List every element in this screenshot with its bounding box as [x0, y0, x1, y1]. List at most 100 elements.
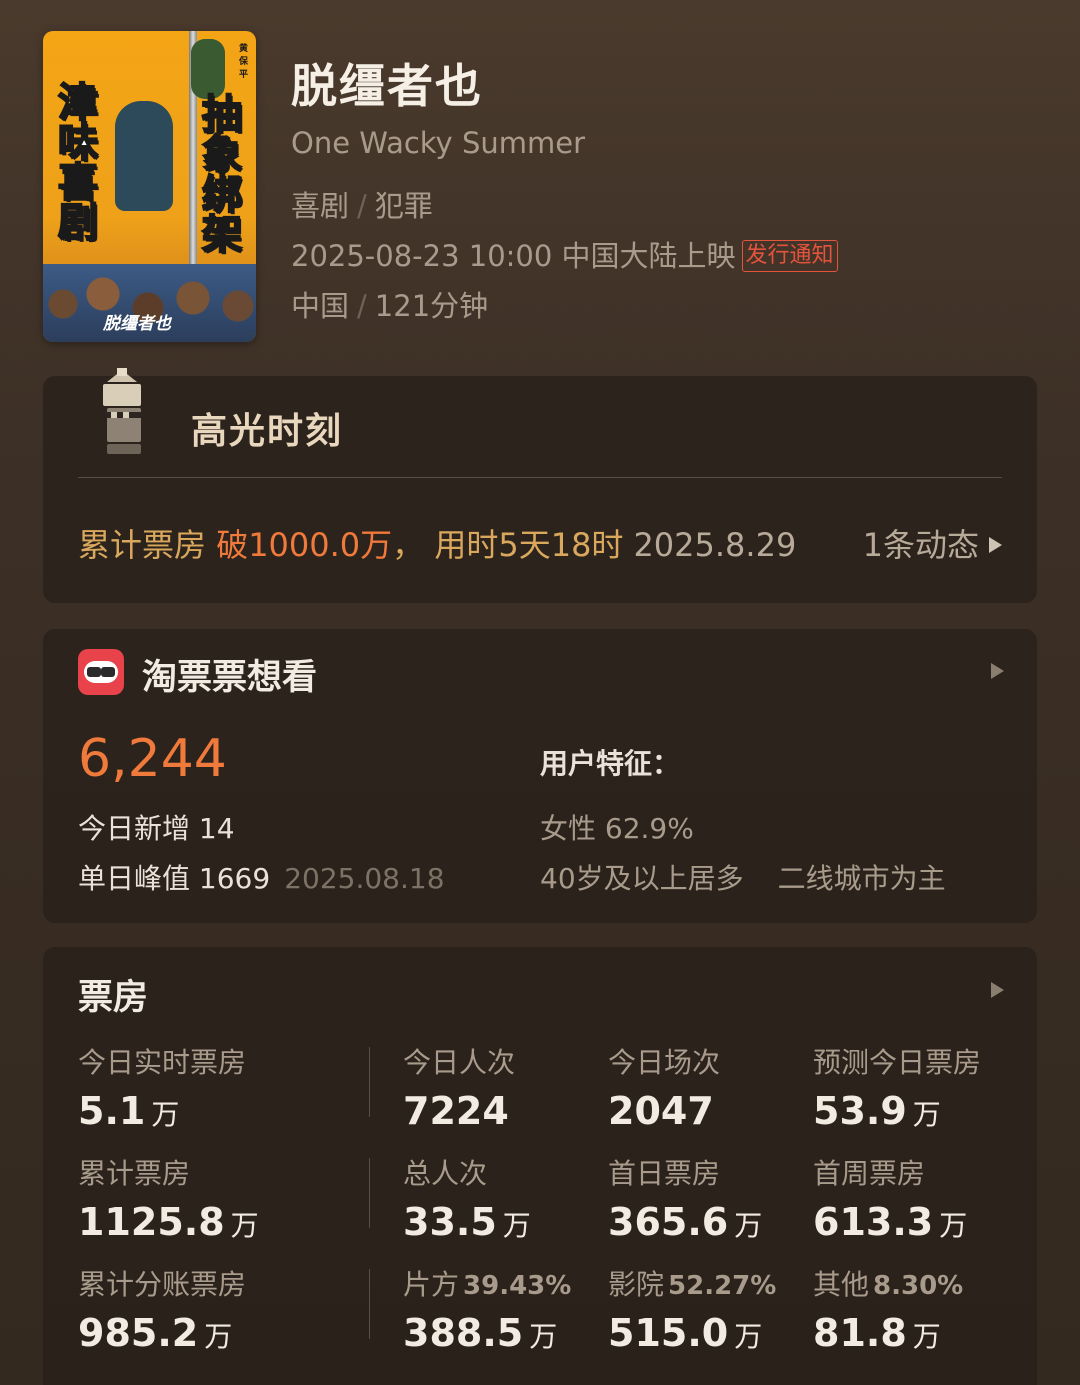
stat-value: 33.5	[403, 1200, 497, 1244]
stat-value: 365.6	[608, 1200, 729, 1244]
stat-unit: 万	[734, 1320, 763, 1353]
stat-label: 预测今日票房	[813, 1046, 982, 1079]
separator: /	[357, 189, 367, 223]
stat-unit: 万	[734, 1209, 763, 1242]
stat-value: 81.8	[813, 1311, 907, 1355]
release-date: 2025-08-23 10:00 中国大陆上映	[291, 239, 736, 273]
genre-line: 喜剧 / 犯罪	[291, 183, 433, 225]
stat-producer-share: 片方 39.43% 388.5 万	[403, 1263, 571, 1355]
clapper-tower-icon	[103, 368, 141, 454]
poster-right-text: 抽象绑架	[194, 92, 242, 254]
feature-age: 40岁及以上居多	[540, 862, 744, 895]
stat-value: 2047	[608, 1089, 714, 1133]
today-new-label: 今日新增	[78, 812, 191, 845]
peak-label: 单日峰值	[78, 862, 191, 895]
highlight-milestone: 累计票房 破1000.0万， 用时5天18时 2025.8.29	[78, 520, 796, 566]
country: 中国	[291, 289, 350, 323]
feature-age-city: 40岁及以上居多 二线城市为主	[540, 857, 946, 897]
movie-title-en: One Wacky Summer	[291, 126, 585, 160]
poster-figure-top	[191, 39, 225, 99]
genre-comedy: 喜剧	[291, 189, 350, 223]
stat-label: 首周票房	[813, 1157, 926, 1190]
stat-label: 片方 39.43%	[403, 1268, 572, 1301]
user-features-title: 用户特征：	[540, 747, 681, 780]
chevron-right-icon	[989, 537, 1002, 553]
stat-unit: 万	[151, 1098, 180, 1131]
stat-first-day: 首日票房 365.6 万	[608, 1152, 762, 1244]
column-divider	[369, 1158, 370, 1228]
stat-percent: 52.27%	[668, 1271, 777, 1301]
movie-title: 脱缰者也	[291, 59, 483, 113]
today-new: 今日新增 14	[78, 807, 235, 847]
want-count: 6,244	[78, 729, 227, 789]
stat-unit: 万	[502, 1209, 531, 1242]
stat-label: 今日人次	[403, 1046, 516, 1079]
stat-label: 总人次	[403, 1157, 488, 1190]
feature-female: 女性 62.9%	[540, 812, 694, 845]
stat-value: 7224	[403, 1089, 509, 1133]
box-office-card[interactable]: 票房 今日实时票房 5.1 万 今日人次 7224 今日场次 2047 预测今日票…	[43, 947, 1037, 1385]
feature-city: 二线城市为主	[777, 862, 946, 895]
stat-other-share: 其他 8.30% 81.8 万	[813, 1263, 963, 1355]
stat-unit: 万	[939, 1209, 968, 1242]
poster-figure	[115, 101, 173, 211]
stat-percent: 8.30%	[873, 1271, 964, 1301]
stat-label: 今日实时票房	[78, 1046, 247, 1079]
stat-split-box-office: 累计分账票房 985.2 万	[78, 1263, 246, 1355]
stat-today-admissions: 今日人次 7224	[403, 1041, 515, 1133]
taopiaopiao-icon	[78, 649, 124, 695]
genre-crime: 犯罪	[374, 189, 433, 223]
runtime: 121分钟	[374, 289, 489, 323]
stat-label: 影院 52.27%	[608, 1268, 777, 1301]
stat-today-realtime: 今日实时票房 5.1 万	[78, 1041, 246, 1133]
stat-value: 985.2	[78, 1311, 199, 1355]
movie-poster[interactable]: 津味喜剧 抽象绑架 脱缰者也 黄保平	[43, 31, 256, 342]
milestone-duration: ， 用时5天18时	[392, 526, 624, 564]
release-line: 2025-08-23 10:00 中国大陆上映 发行通知	[291, 233, 838, 275]
stat-percent: 39.43%	[463, 1271, 572, 1301]
milestone-prefix: 累计票房	[78, 526, 217, 564]
stat-total-box-office: 累计票房 1125.8 万	[78, 1152, 259, 1244]
column-divider	[369, 1269, 370, 1339]
stat-label: 其他 8.30%	[813, 1268, 964, 1301]
country-runtime-line: 中国/121分钟	[291, 283, 488, 325]
stat-unit: 万	[529, 1320, 558, 1353]
stat-value: 5.1	[78, 1089, 146, 1133]
stat-unit: 万	[912, 1320, 941, 1353]
divider	[78, 477, 1002, 478]
release-notice-badge[interactable]: 发行通知	[741, 240, 838, 272]
stat-label: 累计分账票房	[78, 1268, 247, 1301]
milestone-date: 2025.8.29	[633, 526, 797, 564]
want-to-see-card[interactable]: 淘票票想看 6,244 今日新增 14 单日峰值 1669 2025.08.18 …	[43, 629, 1037, 923]
dynamics-link[interactable]: 1条动态	[863, 520, 1002, 566]
stat-cinema-share: 影院 52.27% 515.0 万	[608, 1263, 776, 1355]
stat-value: 1125.8	[78, 1200, 225, 1244]
today-new-value: 14	[198, 812, 235, 845]
stat-label: 累计票房	[78, 1157, 191, 1190]
stat-unit: 万	[204, 1320, 233, 1353]
stat-value: 388.5	[403, 1311, 524, 1355]
milestone-value: 破1000.0万	[216, 526, 393, 564]
stat-value: 53.9	[813, 1089, 907, 1133]
poster-logo: 脱缰者也	[103, 314, 171, 334]
chevron-right-icon[interactable]	[991, 663, 1004, 679]
column-divider	[369, 1047, 370, 1117]
stat-total-admissions: 总人次 33.5 万	[403, 1152, 531, 1244]
stat-value: 515.0	[608, 1311, 729, 1355]
peak-date: 2025.08.18	[284, 862, 445, 895]
highlight-card[interactable]: 高光时刻 累计票房 破1000.0万， 用时5天18时 2025.8.29 1条动…	[43, 368, 1037, 603]
stat-first-week: 首周票房 613.3 万	[813, 1152, 967, 1244]
stat-value: 613.3	[813, 1200, 934, 1244]
stat-predicted-today: 预测今日票房 53.9 万	[813, 1041, 981, 1133]
stat-unit: 万	[912, 1098, 941, 1131]
daily-peak: 单日峰值 1669 2025.08.18	[78, 857, 445, 897]
want-title: 淘票票想看	[142, 658, 318, 698]
stat-unit: 万	[230, 1209, 259, 1242]
peak-value: 1669	[198, 862, 271, 895]
dynamics-label: 1条动态	[862, 526, 979, 564]
stat-label: 今日场次	[608, 1046, 721, 1079]
separator: /	[357, 289, 367, 323]
box-office-title: 票房	[78, 978, 149, 1018]
poster-left-text: 津味喜剧	[50, 80, 98, 242]
chevron-right-icon[interactable]	[991, 982, 1004, 998]
